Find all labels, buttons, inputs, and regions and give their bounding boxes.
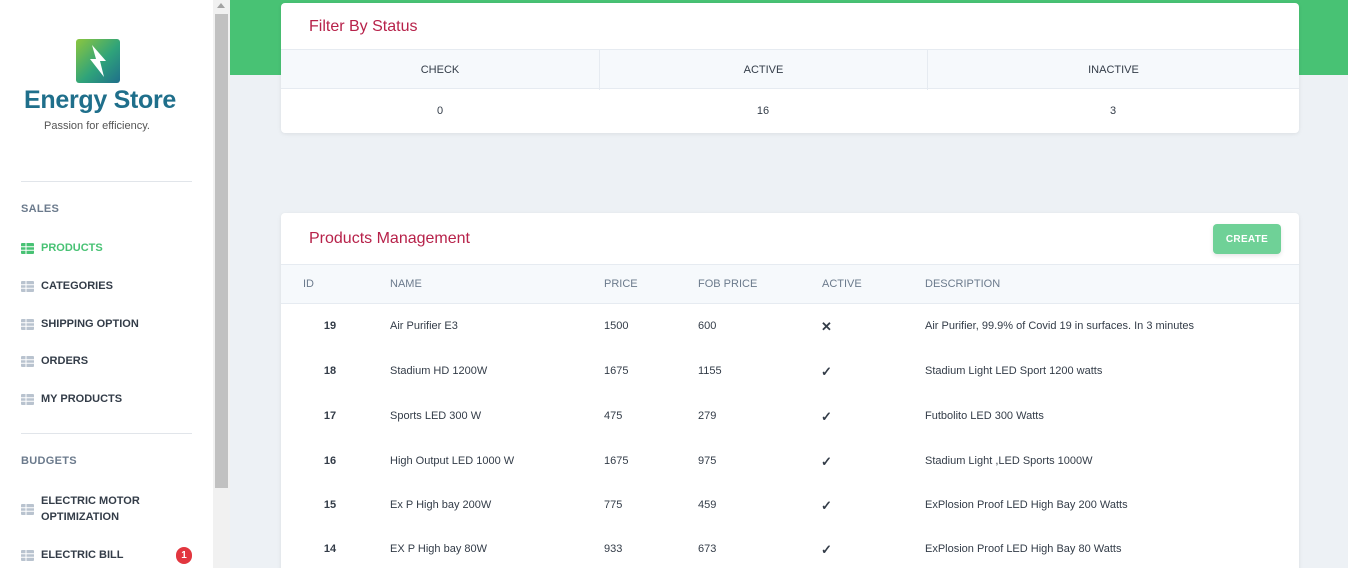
cell-price: 1675 bbox=[604, 365, 629, 377]
sidebar-divider bbox=[21, 433, 192, 434]
section-label-sales: SALES bbox=[21, 203, 60, 215]
cell-id: 17 bbox=[323, 410, 337, 422]
cell-name: Stadium HD 1200W bbox=[390, 365, 488, 377]
status-value-active[interactable]: 16 bbox=[599, 89, 927, 133]
table-row[interactable]: 15 Ex P High bay 200W 775 459 ✓ ExPlosio… bbox=[281, 483, 1299, 528]
products-table-header: ID NAME PRICE FOB PRICE ACTIVE DESCRIPTI… bbox=[281, 264, 1299, 304]
cell-id: 19 bbox=[323, 320, 337, 332]
check-mark-icon: ✓ bbox=[821, 498, 832, 513]
x-mark-icon: ✕ bbox=[821, 319, 832, 334]
cell-description: Air Purifier, 99.9% of Covid 19 in surfa… bbox=[925, 320, 1195, 332]
table-row[interactable]: 18 Stadium HD 1200W 1675 1155 ✓ Stadium … bbox=[281, 349, 1299, 394]
cell-fob-price: 975 bbox=[698, 455, 717, 467]
status-table-header: CHECK ACTIVE INACTIVE bbox=[281, 49, 1299, 90]
sidebar-item-products[interactable]: PRODUCTS bbox=[21, 242, 191, 254]
filter-by-status-title: Filter By Status bbox=[309, 18, 418, 35]
sidebar-item-label-line1: ELECTRIC MOTOR bbox=[41, 495, 140, 507]
sidebar-item-orders[interactable]: ORDERS bbox=[21, 355, 191, 367]
sidebar-item-label: ORDERS bbox=[41, 355, 89, 367]
column-header-price[interactable]: PRICE bbox=[604, 265, 638, 304]
cell-description: Stadium Light LED Sport 1200 watts bbox=[925, 365, 1103, 377]
column-header-active[interactable]: ACTIVE bbox=[822, 265, 862, 304]
cell-description: ExPlosion Proof LED High Bay 80 Watts bbox=[925, 543, 1122, 555]
products-management-card: Products Management CREATE ID NAME PRICE… bbox=[281, 213, 1299, 568]
sidebar-item-label: MY PRODUCTS bbox=[41, 393, 123, 405]
table-row[interactable]: 17 Sports LED 300 W 475 279 ✓ Futbolito … bbox=[281, 394, 1299, 439]
table-row[interactable]: 14 EX P High bay 80W 933 673 ✓ ExPlosion… bbox=[281, 527, 1299, 568]
sidebar-item-label-line2: OPTIMIZATION bbox=[41, 511, 120, 523]
cell-id: 16 bbox=[323, 455, 337, 467]
cell-description: Stadium Light ,LED Sports 1000W bbox=[925, 455, 1093, 467]
cell-name: Sports LED 300 W bbox=[390, 410, 482, 422]
column-header-id[interactable]: ID bbox=[303, 265, 314, 304]
sidebar-item-label: ELECTRIC MOTOR OPTIMIZATION bbox=[41, 493, 140, 525]
sidebar-item-label: CATEGORIES bbox=[41, 280, 113, 292]
cell-name: Air Purifier E3 bbox=[390, 320, 458, 332]
sidebar-item-label: ELECTRIC BILL bbox=[41, 549, 124, 561]
cell-fob-price: 673 bbox=[698, 543, 717, 555]
sidebar-item-shipping-option[interactable]: SHIPPING OPTION bbox=[21, 318, 191, 330]
table-grid-icon bbox=[21, 318, 34, 330]
scrollbar-thumb[interactable] bbox=[215, 14, 228, 488]
cell-fob-price: 459 bbox=[698, 499, 717, 511]
cell-fob-price: 279 bbox=[698, 410, 717, 422]
check-mark-icon: ✓ bbox=[821, 542, 832, 557]
sidebar-divider bbox=[21, 181, 192, 182]
check-mark-icon: ✓ bbox=[821, 409, 832, 424]
check-mark-icon: ✓ bbox=[821, 364, 832, 379]
cell-price: 775 bbox=[604, 499, 623, 511]
sidebar-item-label: SHIPPING OPTION bbox=[41, 318, 139, 330]
status-value-inactive[interactable]: 3 bbox=[927, 89, 1299, 133]
cell-description: ExPlosion Proof LED High Bay 200 Watts bbox=[925, 499, 1128, 511]
cell-price: 933 bbox=[604, 543, 623, 555]
table-row[interactable]: 19 Air Purifier E3 1500 600 ✕ Air Purifi… bbox=[281, 304, 1299, 349]
table-grid-icon bbox=[21, 242, 34, 254]
cell-price: 1675 bbox=[604, 455, 629, 467]
cell-id: 18 bbox=[323, 365, 337, 377]
cell-name: High Output LED 1000 W bbox=[390, 455, 515, 467]
table-grid-icon bbox=[21, 280, 34, 292]
sidebar-item-my-products[interactable]: MY PRODUCTS bbox=[21, 393, 191, 405]
products-management-title: Products Management bbox=[309, 230, 470, 247]
cell-price: 475 bbox=[604, 410, 623, 422]
sidebar-scrollbar[interactable] bbox=[213, 0, 230, 568]
scroll-up-arrow-icon[interactable] bbox=[217, 3, 225, 8]
table-grid-icon bbox=[21, 503, 34, 515]
status-header-check: CHECK bbox=[420, 64, 460, 76]
sidebar-item-electric-bill[interactable]: ELECTRIC BILL bbox=[21, 549, 191, 561]
brand-tagline: Passion for efficiency. bbox=[44, 120, 150, 132]
brand-name: Energy Store bbox=[24, 86, 177, 114]
logo[interactable]: Energy Store Passion for efficiency. bbox=[18, 38, 194, 138]
section-label-budgets: BUDGETS bbox=[21, 455, 77, 467]
sidebar: Energy Store Passion for efficiency. SAL… bbox=[0, 0, 213, 568]
lightning-logo-icon bbox=[76, 39, 120, 83]
column-header-fob-price[interactable]: FOB PRICE bbox=[698, 265, 757, 304]
sidebar-item-electric-motor-optimization[interactable]: ELECTRIC MOTOR OPTIMIZATION bbox=[21, 493, 191, 525]
check-mark-icon: ✓ bbox=[821, 454, 832, 469]
cell-name: EX P High bay 80W bbox=[390, 543, 488, 555]
table-grid-icon bbox=[21, 393, 34, 405]
table-grid-icon bbox=[21, 549, 34, 561]
sidebar-item-label: PRODUCTS bbox=[41, 242, 103, 254]
create-button[interactable]: CREATE bbox=[1213, 224, 1281, 254]
table-grid-icon bbox=[21, 355, 34, 367]
filter-by-status-card: Filter By Status CHECK ACTIVE INACTIVE 0… bbox=[281, 3, 1299, 133]
cell-id: 14 bbox=[323, 543, 337, 555]
cell-fob-price: 1155 bbox=[698, 365, 722, 377]
cell-fob-price: 600 bbox=[698, 320, 717, 332]
sidebar-item-categories[interactable]: CATEGORIES bbox=[21, 280, 191, 292]
column-header-description[interactable]: DESCRIPTION bbox=[925, 265, 1000, 304]
status-header-active: ACTIVE bbox=[599, 50, 927, 90]
column-header-name[interactable]: NAME bbox=[390, 265, 422, 304]
cell-description: Futbolito LED 300 Watts bbox=[925, 410, 1044, 422]
notification-badge: 1 bbox=[176, 547, 192, 564]
cell-id: 15 bbox=[323, 499, 337, 511]
table-row[interactable]: 16 High Output LED 1000 W 1675 975 ✓ Sta… bbox=[281, 439, 1299, 484]
cell-price: 1500 bbox=[604, 320, 629, 332]
cell-name: Ex P High bay 200W bbox=[390, 499, 492, 511]
status-header-inactive: INACTIVE bbox=[927, 50, 1299, 90]
status-value-check[interactable]: 0 bbox=[281, 89, 599, 133]
